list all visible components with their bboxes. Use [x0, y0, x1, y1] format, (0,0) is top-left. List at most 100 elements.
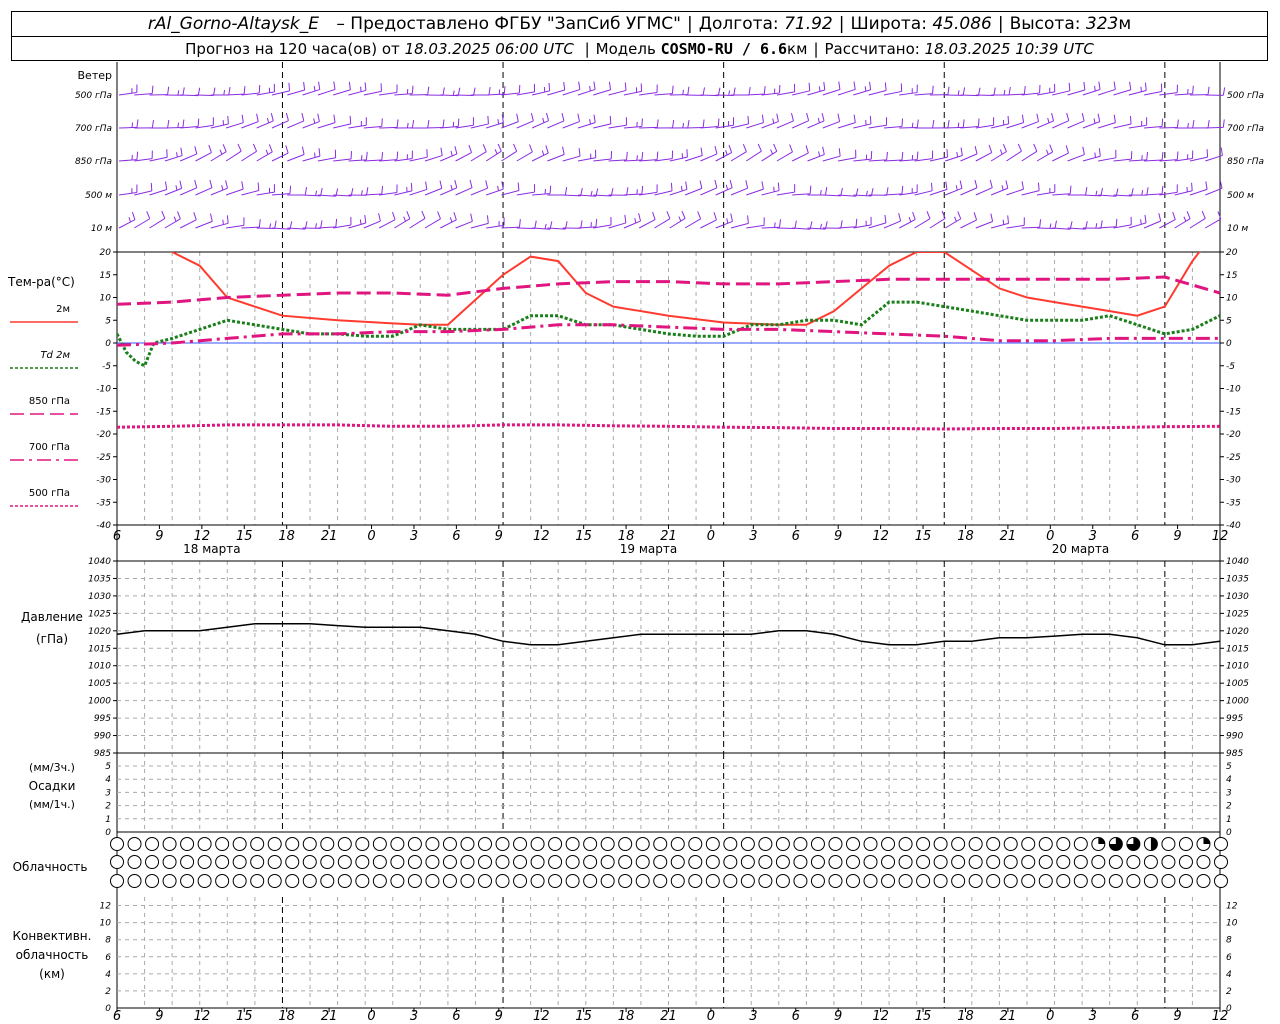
cloud-cover-symbol [250, 855, 265, 869]
wind-barb-flag [672, 119, 675, 129]
temp-tick-left: -20 [96, 430, 111, 440]
day-label: 20 марта [1052, 542, 1109, 556]
wind-barb-flag [359, 219, 362, 225]
temp-tick-left: -40 [96, 521, 111, 531]
wind-barb-flag [1037, 182, 1040, 191]
wind-barb-flag [641, 152, 644, 161]
wind-barb-flag [1047, 117, 1050, 123]
wind-barb-flag [1183, 216, 1187, 222]
cloud-cover-symbol [810, 874, 825, 888]
wind-barb-shaft [960, 153, 978, 162]
wind-barb-flag [453, 212, 457, 221]
wind-barb-flag [314, 152, 316, 158]
wind-barb-shaft [1128, 124, 1147, 129]
time-axis-top-hour-label: 0 [367, 529, 375, 544]
wind-barb-shaft [486, 188, 504, 196]
wind-barb-shaft [440, 153, 458, 162]
wind-barb-flag [789, 144, 793, 153]
wind-barb-flag [932, 85, 934, 94]
wind-barb-flag [578, 148, 581, 157]
conv-label2: облачность [16, 948, 89, 962]
wind-barb-shaft [684, 187, 703, 196]
wind-barb-flag [318, 148, 321, 157]
wind-barb-shaft [669, 218, 686, 229]
wind-barb-shaft [1128, 89, 1147, 96]
wind-barb-flag [747, 115, 750, 124]
conv-tick-left: 0 [105, 1004, 111, 1014]
cloud-cover-symbol [1003, 855, 1018, 869]
cloud-cover-symbol [881, 855, 896, 869]
wind-barb-flag [541, 150, 545, 156]
wind-barb-shaft [241, 190, 259, 196]
wind-barb-flag [1161, 152, 1164, 161]
temp-tick-left: 0 [105, 339, 111, 349]
wind-barb-flag [425, 181, 428, 190]
wind-barb-flag [1113, 81, 1116, 90]
time-axis-bottom-hour-label: 9 [495, 1009, 503, 1024]
cloud-cover-symbol [670, 874, 685, 888]
cloud-cover-symbol [215, 855, 230, 869]
cloud-cover-symbol [1214, 855, 1228, 869]
wind-barb-flag [1161, 118, 1164, 127]
wind-barb-flag [1144, 82, 1147, 91]
time-axis-bottom-hour-label: 15 [575, 1009, 592, 1024]
wind-barb-shaft [1021, 121, 1039, 129]
temp-tick-right: -20 [1226, 430, 1241, 440]
cloud-cover-symbol [232, 837, 247, 851]
wind-barb-shaft [302, 155, 321, 162]
wind-barb-shaft [883, 126, 902, 129]
wind-barb-flag [823, 82, 826, 91]
wind-barb-flag [1036, 113, 1040, 122]
wind-barb-flag [497, 119, 500, 125]
wind-barb-flag [717, 118, 720, 127]
wind-barb-flag [977, 87, 981, 96]
wind-barb-flag [1158, 213, 1162, 222]
precip-tick-left: 0 [105, 828, 111, 838]
wind-barb-flag [1192, 85, 1194, 94]
cloud-cover-symbol [390, 855, 405, 869]
wind-barb-shaft [899, 92, 918, 96]
cloud-cover-symbol [933, 874, 948, 888]
time-axis-bottom-hour-label: 3 [1089, 1009, 1097, 1024]
wind-barb-flag [529, 144, 533, 153]
wind-barb-flag [1140, 219, 1142, 225]
cloud-cover-symbol [337, 874, 352, 888]
wind-barb-flag [442, 119, 445, 128]
wind-barb-flag [641, 118, 643, 127]
wind-barb-flag [301, 146, 305, 155]
wind-barb-flag [1066, 112, 1070, 121]
wind-barb-flag [518, 219, 521, 228]
wind-barb-flag [194, 179, 198, 188]
precip-tick-right: 1 [1226, 815, 1232, 825]
cloud-cover-symbol [1038, 874, 1053, 888]
wind-barb-flag [912, 211, 916, 220]
wind-barb-shaft [746, 224, 765, 229]
wind-barb-flag [179, 180, 183, 189]
wind-barb-shaft [914, 218, 931, 229]
wind-barb-flag [361, 190, 363, 196]
legend-label-0: 2м [56, 304, 70, 315]
wind-barb-flag [682, 89, 684, 95]
wind-barb-flag [315, 190, 318, 196]
pressure-tick-left: 1030 [88, 592, 111, 602]
wind-barb-flag [1100, 220, 1103, 229]
wind-barb-flag [544, 223, 547, 229]
wind-barb-flag [916, 151, 919, 160]
time-axis-top-hour-label: 15 [575, 529, 592, 544]
wind-barb-flag [208, 144, 212, 153]
wind-barb-flag [442, 87, 445, 96]
cloud-cover-symbol [1021, 855, 1036, 869]
wind-barb-flag [542, 117, 545, 123]
wind-barb-shaft [746, 188, 764, 196]
time-axis-bottom-hour-label: 18 [957, 1009, 974, 1024]
wind-barb-flag [763, 86, 766, 95]
precip-tick-right: 3 [1226, 788, 1232, 798]
wind-barb-shaft [608, 89, 627, 96]
cloud-cover-symbol [162, 837, 177, 851]
cloud-cover-symbol [916, 855, 931, 869]
wind-barb-flag [1081, 113, 1085, 122]
wind-barb-flag [449, 217, 453, 223]
wind-barb-shaft [118, 191, 137, 196]
wind-barb-shaft [593, 89, 611, 96]
cloud-cover-symbol [110, 837, 124, 851]
